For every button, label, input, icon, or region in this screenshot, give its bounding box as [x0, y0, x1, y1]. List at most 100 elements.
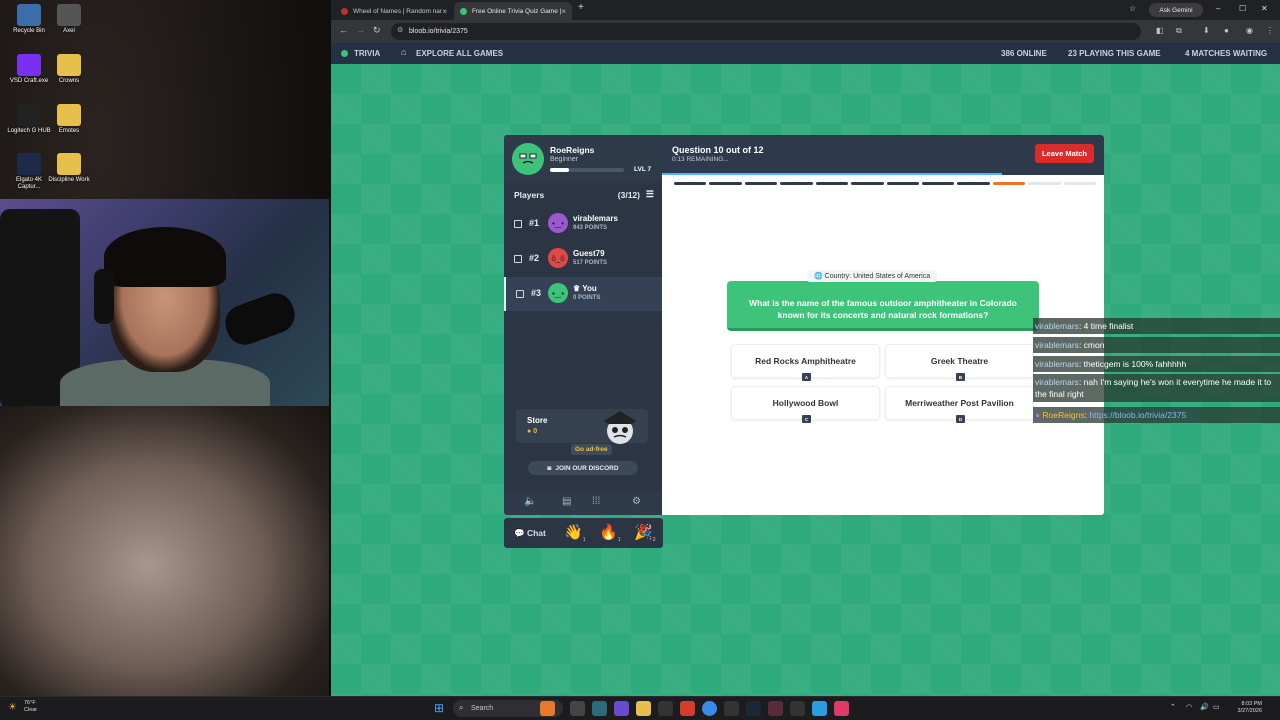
extensions-puzzle-icon[interactable]: ⧉ — [1176, 26, 1182, 36]
player-avatar: ò_ó — [548, 248, 568, 268]
chrome-icon[interactable] — [702, 701, 717, 716]
go-ad-free-button[interactable]: Go ad-free — [571, 444, 612, 455]
bookmark-star-icon[interactable]: ☆ — [1129, 4, 1136, 13]
discord-label: JOIN OUR DISCORD — [555, 464, 619, 472]
wave-icon: 👋 — [564, 524, 583, 541]
wave-emote-button[interactable]: 👋1 — [564, 523, 585, 543]
answer-d[interactable]: Merriweather Post Pavilion D — [885, 386, 1034, 423]
wifi-icon[interactable]: ◠ — [1186, 703, 1192, 711]
folder-icon — [57, 153, 81, 175]
player-checkbox[interactable] — [514, 255, 522, 263]
player-checkbox[interactable] — [514, 220, 522, 228]
leave-match-button[interactable]: Leave Match — [1034, 144, 1094, 163]
players-label: Players — [514, 190, 545, 200]
menu-dots-icon[interactable]: ⋮ — [1266, 26, 1274, 35]
close-tab-icon[interactable]: × — [561, 7, 566, 16]
player-rank: #3 — [531, 288, 542, 298]
profile-level: LVL 7 — [634, 166, 652, 173]
answer-c[interactable]: Hollywood Bowl C — [731, 386, 880, 423]
extension-icon[interactable]: ◧ — [1156, 26, 1164, 35]
windows-start-icon[interactable]: ⊞ — [434, 701, 444, 715]
chat-label: Chat — [526, 528, 546, 538]
minimize-icon[interactable]: – — [1216, 4, 1220, 13]
chat-link[interactable]: https://bloob.io/trivia/2375 — [1089, 410, 1186, 420]
taskbar-app-icon[interactable] — [680, 701, 695, 716]
address-bar-row: ← → ↻ ⚙ bloob.io/trivia/2375 ◧ ⧉ ⬇ ● ◉ ⋮ — [331, 20, 1280, 43]
player-points: 0 POINTS — [573, 295, 601, 301]
url-input[interactable]: ⚙ bloob.io/trivia/2375 — [391, 23, 1141, 40]
coin-icon: ● — [527, 428, 532, 435]
taskbar-app-icon[interactable] — [724, 701, 739, 716]
taskbar-app-icon[interactable] — [658, 701, 673, 716]
join-discord-button[interactable]: ◙ JOIN OUR DISCORD — [528, 461, 638, 475]
maximize-icon[interactable]: ☐ — [1239, 4, 1246, 13]
steam-icon[interactable] — [746, 701, 761, 716]
players-sidebar: RoeReigns Beginner LVL 7 Players (3/12) … — [504, 135, 662, 515]
fire-emote-button[interactable]: 🔥1 — [599, 523, 620, 543]
settings-gear-icon[interactable]: ⚙ — [632, 496, 641, 507]
tab-trivia[interactable]: Free Online Trivia Quiz Game | × — [454, 2, 572, 20]
site-info-icon[interactable]: ⚙ — [397, 26, 403, 34]
volume-icon[interactable]: 🔊 — [1200, 703, 1209, 711]
player-row-you[interactable]: #3 ▪‿▪ ♛ You 0 POINTS — [504, 277, 662, 311]
player-row[interactable]: #2 ò_ó Guest79 517 POINTS — [504, 242, 662, 276]
task-view-icon[interactable] — [570, 701, 585, 716]
close-window-icon[interactable]: ✕ — [1261, 4, 1268, 13]
taskbar-app-icon[interactable] — [614, 701, 629, 716]
answer-key: C — [802, 415, 811, 423]
url-text: bloob.io/trivia/2375 — [409, 28, 468, 35]
player-row[interactable]: #1 •‿• virablemars 943 POINTS — [504, 207, 662, 241]
chat-message: virablemars: cmon — [1033, 337, 1280, 353]
nav-trivia[interactable]: TRIVIA — [354, 49, 380, 58]
player-points: 517 POINTS — [573, 260, 608, 266]
party-emote-button[interactable]: 🎉2 — [634, 523, 655, 543]
round-segment — [815, 182, 849, 185]
taskbar-app-icon[interactable] — [790, 701, 805, 716]
forward-icon[interactable]: → — [356, 25, 365, 35]
desktop-icon-label: Crowns — [58, 78, 80, 84]
ask-gemini-button[interactable]: Ask Gemini — [1149, 3, 1203, 17]
back-icon[interactable]: ← — [339, 25, 348, 35]
taskbar-app-icon[interactable] — [592, 701, 607, 716]
desktop-icon[interactable]: Discipline Work — [45, 153, 93, 184]
desktop-icon[interactable]: Crowns — [45, 54, 93, 85]
new-tab-button[interactable]: + — [578, 2, 584, 13]
weather-temp: 76°F — [24, 700, 36, 706]
round-segment — [957, 182, 990, 185]
home-icon: ⌂ — [401, 47, 407, 57]
answer-key: B — [956, 373, 965, 381]
reload-icon[interactable]: ↻ — [373, 25, 381, 36]
taskbar-app-icon[interactable] — [834, 701, 849, 716]
profile-avatar-icon[interactable]: ◉ — [1246, 26, 1253, 35]
answer-a[interactable]: Red Rocks Amphitheatre A — [731, 344, 880, 381]
tray-chevron-icon[interactable]: ⌃ — [1170, 703, 1176, 711]
profile-icon[interactable]: ● — [1224, 26, 1229, 35]
cards-icon[interactable]: ▤ — [562, 496, 571, 507]
desktop-icon[interactable]: Axel — [45, 4, 93, 35]
profile-rank: Beginner — [550, 156, 579, 163]
matches-waiting[interactable]: 4 MATCHES WAITING — [1185, 49, 1267, 58]
taskbar-app-icon[interactable] — [540, 701, 555, 716]
round-segment — [674, 182, 707, 185]
tab-wheel-of-names[interactable]: Wheel of Names | Random nam × — [335, 2, 453, 20]
close-tab-icon[interactable]: × — [442, 7, 447, 16]
question-timer-bar — [662, 173, 1003, 175]
chat-button[interactable]: 💬 Chat — [514, 528, 546, 539]
downloads-icon[interactable]: ⬇ — [1203, 26, 1210, 35]
leaderboard-icon[interactable]: ⁞⁞⁞ — [592, 496, 600, 507]
mute-icon[interactable]: 🔈 — [524, 496, 536, 507]
answer-key: D — [956, 415, 965, 423]
desktop-icon[interactable]: Emotes — [45, 104, 93, 135]
nav-explore-all-games[interactable]: EXPLORE ALL GAMES — [416, 49, 503, 58]
weather-widget[interactable]: 76°F Clear — [24, 700, 37, 714]
taskbar-app-icon[interactable] — [812, 701, 827, 716]
round-segment — [992, 182, 1026, 185]
answer-b[interactable]: Greek Theatre B — [885, 344, 1034, 381]
system-clock[interactable]: 8:03 PM 3/27/2026 — [1222, 701, 1262, 715]
battery-icon[interactable]: ▭ — [1213, 703, 1220, 711]
player-checkbox[interactable] — [516, 290, 524, 298]
desktop-area: Recycle Bin Axel VSD Craft.exe Crowns Logite… — [0, 0, 330, 696]
taskbar-app-icon[interactable] — [768, 701, 783, 716]
file-explorer-icon[interactable] — [636, 701, 651, 716]
players-menu-icon[interactable]: ☰ — [646, 189, 654, 200]
